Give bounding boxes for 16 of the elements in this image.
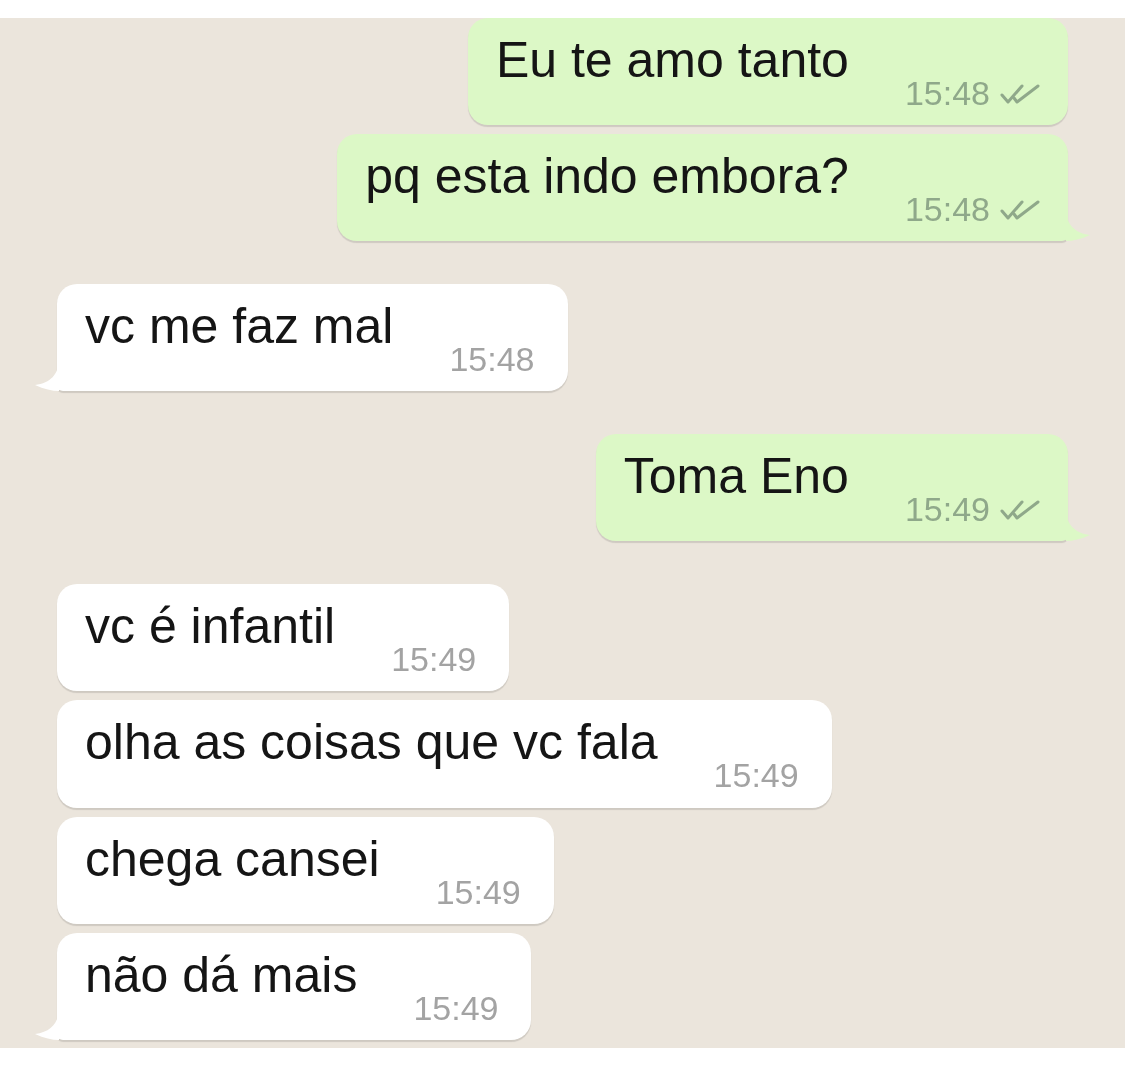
message-text: não dá mais (85, 946, 358, 1005)
message-text: Eu te amo tanto (495, 32, 849, 90)
message-text: vc é infantil (85, 598, 336, 656)
message-time: 15:49 (713, 756, 799, 796)
message-text: Toma Eno (623, 448, 849, 506)
message-time: 15:48 (449, 340, 535, 380)
message-time: 15:49 (435, 872, 521, 912)
message-text: chega cansei (85, 830, 380, 889)
message-time: 15:49 (391, 640, 477, 680)
message-time: 15:48 (904, 190, 990, 230)
message-time: 15:49 (904, 490, 990, 530)
message-text: vc me faz mal (85, 298, 394, 356)
message-time: 15:49 (413, 988, 499, 1028)
message-time: 15:48 (904, 74, 990, 114)
message-text: pq esta indo embora? (365, 148, 849, 206)
message-text: olha as coisas que vc fala (85, 714, 658, 772)
